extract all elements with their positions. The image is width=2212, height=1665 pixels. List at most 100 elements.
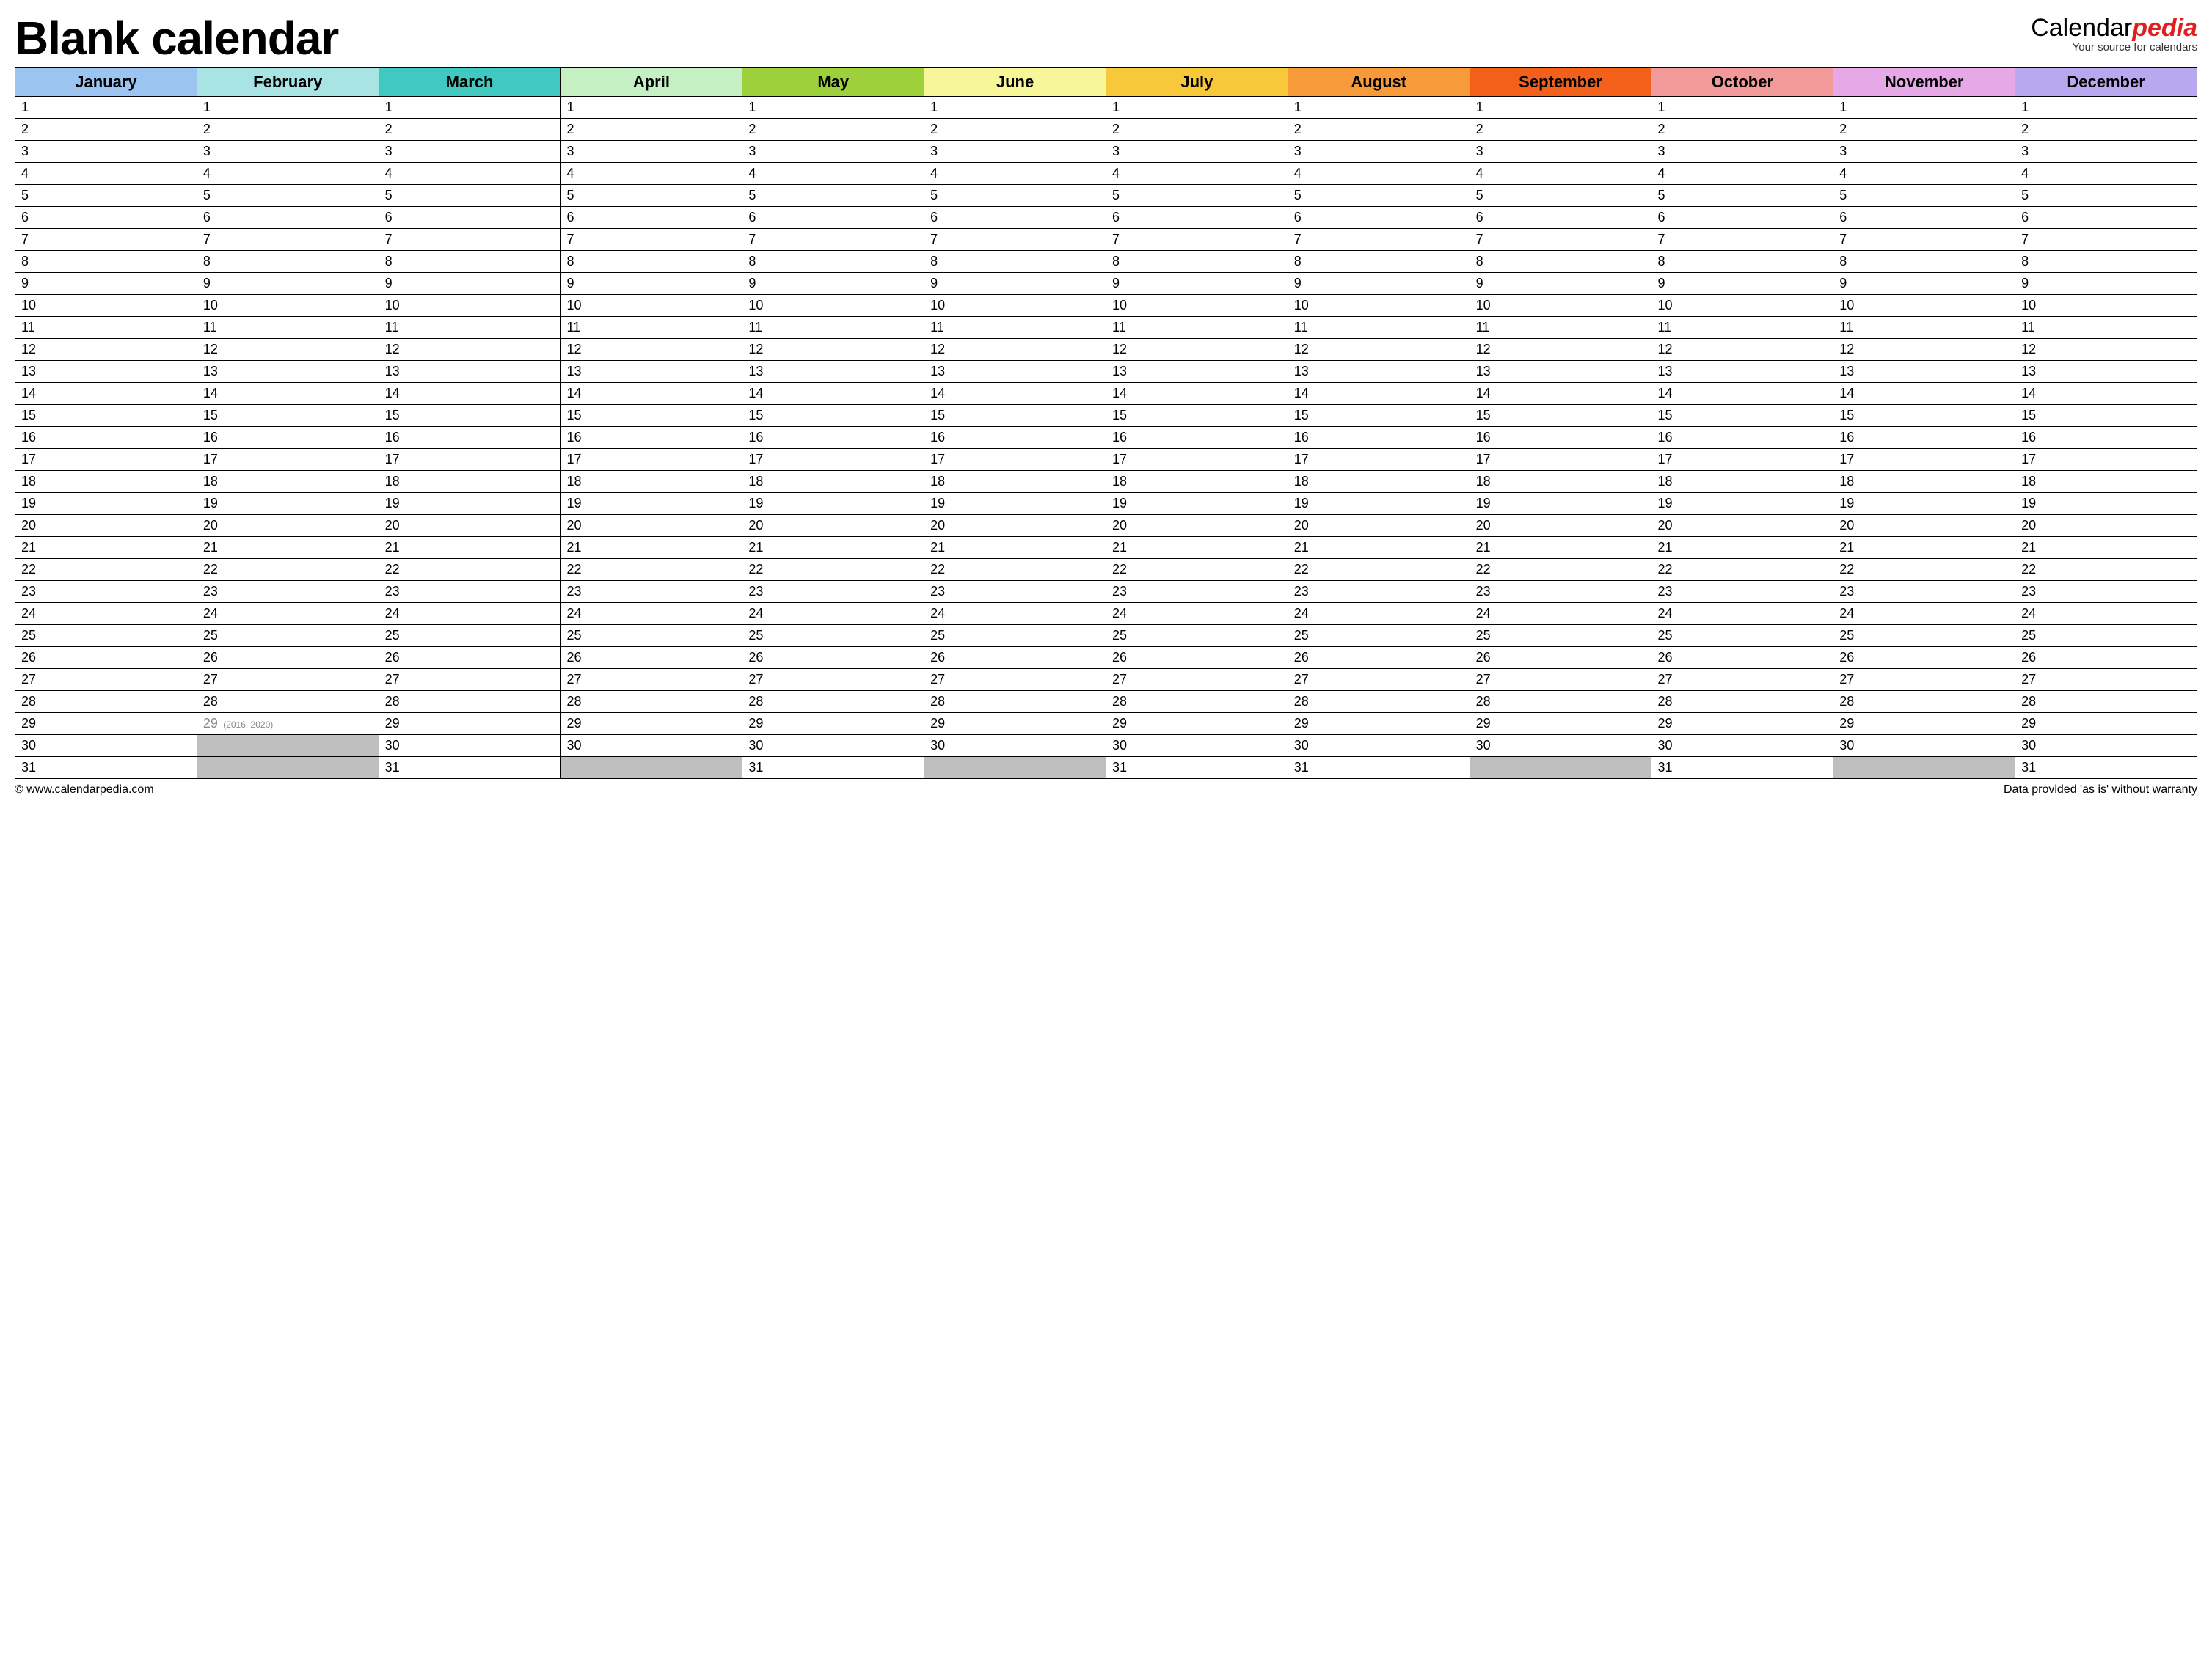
day-cell: 7: [379, 229, 561, 251]
day-cell: 16: [197, 427, 379, 449]
day-cell: 21: [1106, 537, 1288, 559]
day-cell: 25: [1288, 625, 1470, 647]
day-cell: 11: [924, 317, 1106, 339]
brand-main: Calendar: [2031, 14, 2132, 42]
day-cell: 17: [561, 449, 742, 471]
day-cell: 15: [924, 405, 1106, 427]
day-cell: 9: [561, 273, 742, 295]
day-cell: 20: [561, 515, 742, 537]
month-header-july: July: [1106, 68, 1288, 97]
day-cell: 16: [2015, 427, 2197, 449]
day-cell: 15: [379, 405, 561, 427]
day-cell: [1833, 757, 2015, 779]
day-cell: 6: [561, 207, 742, 229]
day-cell: 18: [561, 471, 742, 493]
day-cell: 3: [379, 141, 561, 163]
day-cell: 6: [1833, 207, 2015, 229]
day-cell: 27: [1651, 669, 1833, 691]
day-cell: 14: [1470, 383, 1651, 405]
day-cell: 31: [379, 757, 561, 779]
day-cell: 5: [2015, 185, 2197, 207]
day-cell: 1: [379, 97, 561, 119]
day-cell: 15: [2015, 405, 2197, 427]
day-cell: 13: [15, 361, 197, 383]
day-cell: 24: [1651, 603, 1833, 625]
day-cell: 23: [742, 581, 924, 603]
day-cell: 9: [1106, 273, 1288, 295]
day-cell: 21: [2015, 537, 2197, 559]
day-cell: 30: [742, 735, 924, 757]
day-cell: 27: [924, 669, 1106, 691]
day-cell: [561, 757, 742, 779]
day-cell: 13: [1470, 361, 1651, 383]
day-cell: 3: [15, 141, 197, 163]
day-cell: 13: [561, 361, 742, 383]
day-cell: 18: [15, 471, 197, 493]
day-cell: 19: [379, 493, 561, 515]
day-cell: 29: [1470, 713, 1651, 735]
day-cell: 25: [15, 625, 197, 647]
day-cell: 15: [561, 405, 742, 427]
day-cell: 28: [1106, 691, 1288, 713]
day-cell: 21: [1288, 537, 1470, 559]
day-cell: 25: [197, 625, 379, 647]
day-cell: 5: [742, 185, 924, 207]
day-cell: 9: [15, 273, 197, 295]
day-cell: 21: [924, 537, 1106, 559]
day-cell: 8: [1833, 251, 2015, 273]
day-cell: 2: [1288, 119, 1470, 141]
day-cell: 11: [379, 317, 561, 339]
day-cell: 11: [197, 317, 379, 339]
day-cell: 22: [1106, 559, 1288, 581]
day-cell: 14: [2015, 383, 2197, 405]
month-header-march: March: [379, 68, 561, 97]
day-cell: 12: [1288, 339, 1470, 361]
day-cell: 1: [1651, 97, 1833, 119]
day-cell: [197, 735, 379, 757]
day-cell: 25: [1470, 625, 1651, 647]
day-cell: 24: [742, 603, 924, 625]
day-cell: 19: [561, 493, 742, 515]
day-cell: 18: [1651, 471, 1833, 493]
day-cell: 1: [1106, 97, 1288, 119]
day-cell: 10: [379, 295, 561, 317]
day-cell: 16: [379, 427, 561, 449]
day-cell: 3: [197, 141, 379, 163]
day-cell: 25: [1651, 625, 1833, 647]
day-cell: 14: [1106, 383, 1288, 405]
day-cell: 26: [197, 647, 379, 669]
day-cell: 6: [1106, 207, 1288, 229]
day-cell: 6: [1288, 207, 1470, 229]
day-cell: 23: [2015, 581, 2197, 603]
day-cell: 22: [1651, 559, 1833, 581]
day-cell: 15: [1470, 405, 1651, 427]
day-cell: 6: [2015, 207, 2197, 229]
day-cell: 15: [1288, 405, 1470, 427]
day-cell: 21: [197, 537, 379, 559]
day-cell: 22: [2015, 559, 2197, 581]
day-cell: 28: [924, 691, 1106, 713]
day-cell: 24: [1288, 603, 1470, 625]
day-cell: 23: [561, 581, 742, 603]
day-cell: 17: [379, 449, 561, 471]
day-cell: 27: [15, 669, 197, 691]
day-cell: 26: [924, 647, 1106, 669]
month-header-august: August: [1288, 68, 1470, 97]
day-cell: 17: [1106, 449, 1288, 471]
day-cell: 3: [561, 141, 742, 163]
day-cell: 22: [561, 559, 742, 581]
day-cell: 24: [197, 603, 379, 625]
day-cell: 25: [1833, 625, 2015, 647]
day-cell: 24: [1106, 603, 1288, 625]
day-cell: 9: [924, 273, 1106, 295]
month-header-may: May: [742, 68, 924, 97]
day-cell: 31: [1651, 757, 1833, 779]
day-cell: 15: [1106, 405, 1288, 427]
day-cell: 8: [197, 251, 379, 273]
page-title: Blank calendar: [15, 15, 338, 62]
day-cell: 14: [561, 383, 742, 405]
day-cell: 12: [1470, 339, 1651, 361]
day-cell: 11: [742, 317, 924, 339]
day-cell: 4: [742, 163, 924, 185]
day-cell: 27: [1106, 669, 1288, 691]
